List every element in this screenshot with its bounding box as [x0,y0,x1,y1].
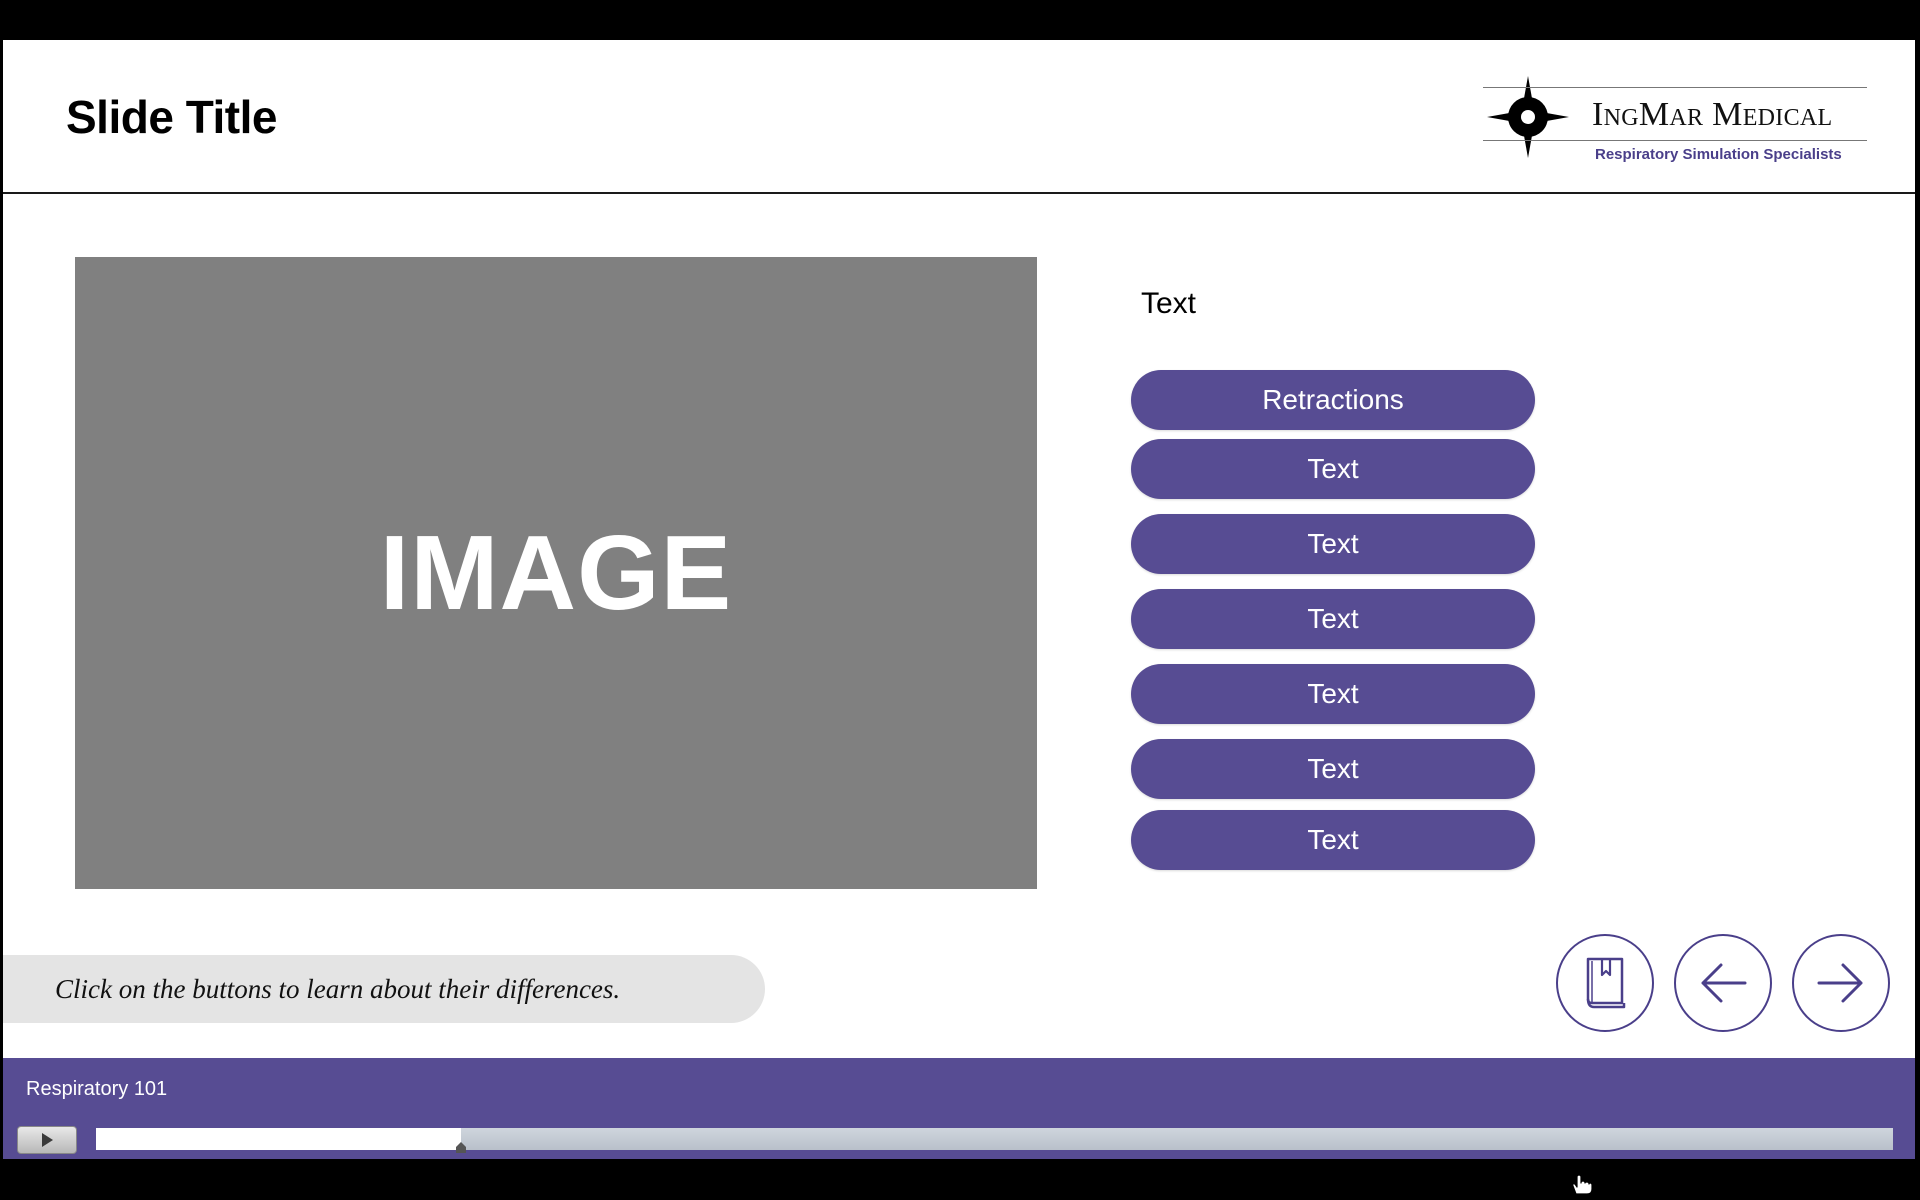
image-placeholder: IMAGE [75,257,1037,889]
topic-button-5[interactable]: Text [1131,664,1535,724]
arrow-right-icon [1817,963,1863,1003]
arrow-left-icon [1701,963,1747,1003]
hand-cursor-icon [1572,1174,1593,1195]
book-icon [1586,957,1626,1009]
progress-bar[interactable] [96,1128,1893,1153]
header-divider [3,192,1915,194]
back-button[interactable] [1674,934,1772,1032]
logo-tagline: Respiratory Simulation Specialists [1595,146,1842,163]
progress-thumb-icon[interactable] [455,1142,467,1154]
side-heading: Text [1141,287,1197,320]
topic-button-2[interactable]: Text [1131,439,1535,499]
topic-button-3[interactable]: Text [1131,514,1535,574]
topic-button-7[interactable]: Text [1131,810,1535,870]
play-button[interactable] [17,1126,77,1154]
button-label: Text [1307,678,1359,709]
course-title: Respiratory 101 [26,1078,168,1100]
topic-button-6[interactable]: Text [1131,739,1535,799]
topic-button-4[interactable]: Text [1131,589,1535,649]
logo-name: IngMar Medical [1592,96,1833,133]
slide-title: Slide Title [66,91,277,143]
logo-rule-bottom [1483,140,1867,141]
button-label: Text [1307,453,1359,484]
logo-rule-top [1483,87,1867,88]
button-label: Text [1307,603,1359,634]
instruction-text: Click on the buttons to learn about thei… [55,973,621,1004]
retractions-button[interactable]: Retractions [1131,370,1535,430]
company-logo: IngMar Medical Respiratory Simulation Sp… [1483,70,1873,170]
button-label: Text [1307,824,1359,855]
button-label: Text [1307,528,1359,559]
resources-button[interactable] [1556,934,1654,1032]
next-button[interactable] [1792,934,1890,1032]
slide-canvas: Slide Title IngMar Medical Respiratory S… [3,40,1915,1159]
button-label: Text [1307,753,1359,784]
progress-fill [96,1128,461,1150]
player-footer: Respiratory 101 [3,1058,1915,1159]
instruction-banner: Click on the buttons to learn about thei… [3,955,765,1023]
image-placeholder-label: IMAGE [379,513,733,632]
button-label: Retractions [1262,384,1404,415]
play-icon [42,1133,53,1147]
